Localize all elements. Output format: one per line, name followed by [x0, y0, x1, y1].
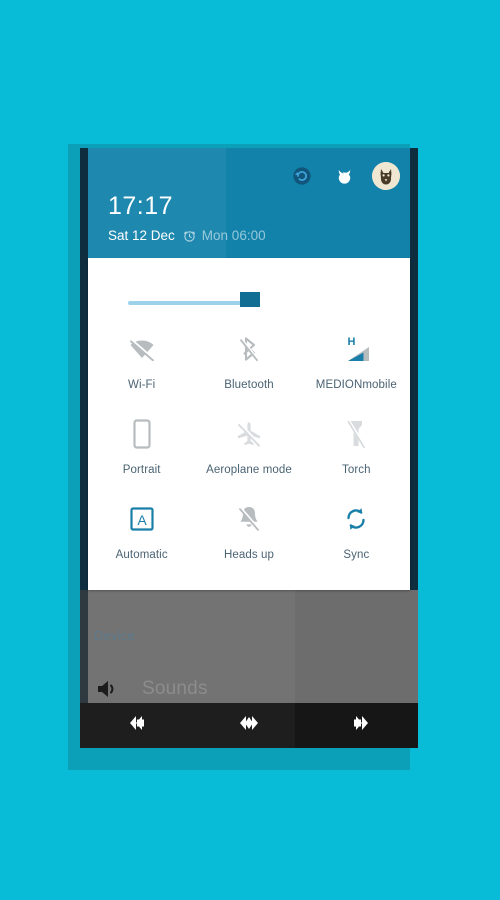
quick-settings-shade: 17:17 Sat 12 Dec Mon 06:00 Wi-Fi Bluetoo… [80, 148, 418, 590]
tile-portrait[interactable]: Portrait [88, 411, 195, 496]
clock-time: 17:17 [108, 192, 174, 220]
back-chevron-icon [123, 712, 149, 739]
alarm-clock-icon [183, 229, 196, 242]
tile-label: Torch [342, 464, 371, 476]
tile-label: Portrait [122, 464, 161, 476]
recents-chevron-icon [349, 712, 375, 739]
tile-heads-up[interactable]: Heads up [195, 496, 302, 581]
shade-clock-block: 17:17 Sat 12 Dec Mon 06:00 [108, 192, 266, 244]
flashlight-off-icon [339, 417, 373, 451]
tile-mobile-data[interactable]: H MEDIONmobile [303, 326, 410, 411]
shade-edge-right [410, 148, 418, 590]
settings-row-sounds[interactable]: Sounds [94, 676, 208, 702]
mobile-signal-icon: H [339, 332, 373, 366]
settings-section-header-device: Device [94, 628, 135, 643]
header-status-icons [288, 162, 400, 190]
tile-bluetooth[interactable]: Bluetooth [195, 326, 302, 411]
sync-icon [339, 502, 373, 536]
settings-left-dim-strip [80, 590, 88, 710]
nav-recents-button[interactable] [305, 703, 418, 748]
tile-sync[interactable]: Sync [303, 496, 410, 581]
tile-label: Aeroplane mode [206, 464, 292, 476]
brightness-slider-thumb[interactable] [240, 292, 260, 307]
auto-brightness-icon: A [125, 502, 159, 536]
speaker-icon [94, 676, 120, 702]
shade-edge-left [80, 148, 88, 590]
nav-home-button[interactable] [193, 703, 306, 748]
tile-label: MEDIONmobile [315, 379, 397, 391]
quick-settings-card: Wi-Fi Bluetooth H MEDIONmobile Portrait … [88, 258, 410, 590]
sync-status-icon[interactable] [288, 162, 316, 190]
tile-wifi[interactable]: Wi-Fi [88, 326, 195, 411]
settings-row-label: Sounds [142, 678, 208, 699]
tile-label: Automatic [115, 549, 168, 561]
tile-torch[interactable]: Torch [303, 411, 410, 496]
svg-text:A: A [137, 512, 147, 528]
bluetooth-off-icon [232, 332, 266, 366]
next-alarm-time: Mon 06:00 [201, 228, 266, 243]
wifi-off-icon [125, 332, 159, 366]
clock-subline: Sat 12 Dec Mon 06:00 [108, 228, 266, 243]
shade-header: 17:17 Sat 12 Dec Mon 06:00 [88, 148, 410, 258]
airplane-off-icon [232, 417, 266, 451]
nav-back-button[interactable] [80, 703, 193, 748]
tile-label: Sync [343, 549, 370, 561]
firefox-icon[interactable] [330, 162, 358, 190]
tile-aeroplane-mode[interactable]: Aeroplane mode [195, 411, 302, 496]
tile-label: Heads up [223, 549, 274, 561]
home-diamond-icon [234, 712, 264, 739]
quick-settings-tile-grid: Wi-Fi Bluetooth H MEDIONmobile Portrait … [88, 326, 410, 581]
user-avatar[interactable] [372, 162, 400, 190]
tile-automatic-brightness[interactable]: A Automatic [88, 496, 195, 581]
navigation-bar [80, 703, 418, 748]
tile-label: Bluetooth [224, 379, 274, 391]
notification-off-icon [232, 502, 266, 536]
clock-date: Sat 12 Dec [108, 228, 175, 243]
brightness-slider[interactable] [88, 288, 410, 318]
svg-text:H: H [348, 336, 356, 348]
tile-label: Wi-Fi [128, 379, 156, 391]
screen-rotation-lock-icon [125, 417, 159, 451]
